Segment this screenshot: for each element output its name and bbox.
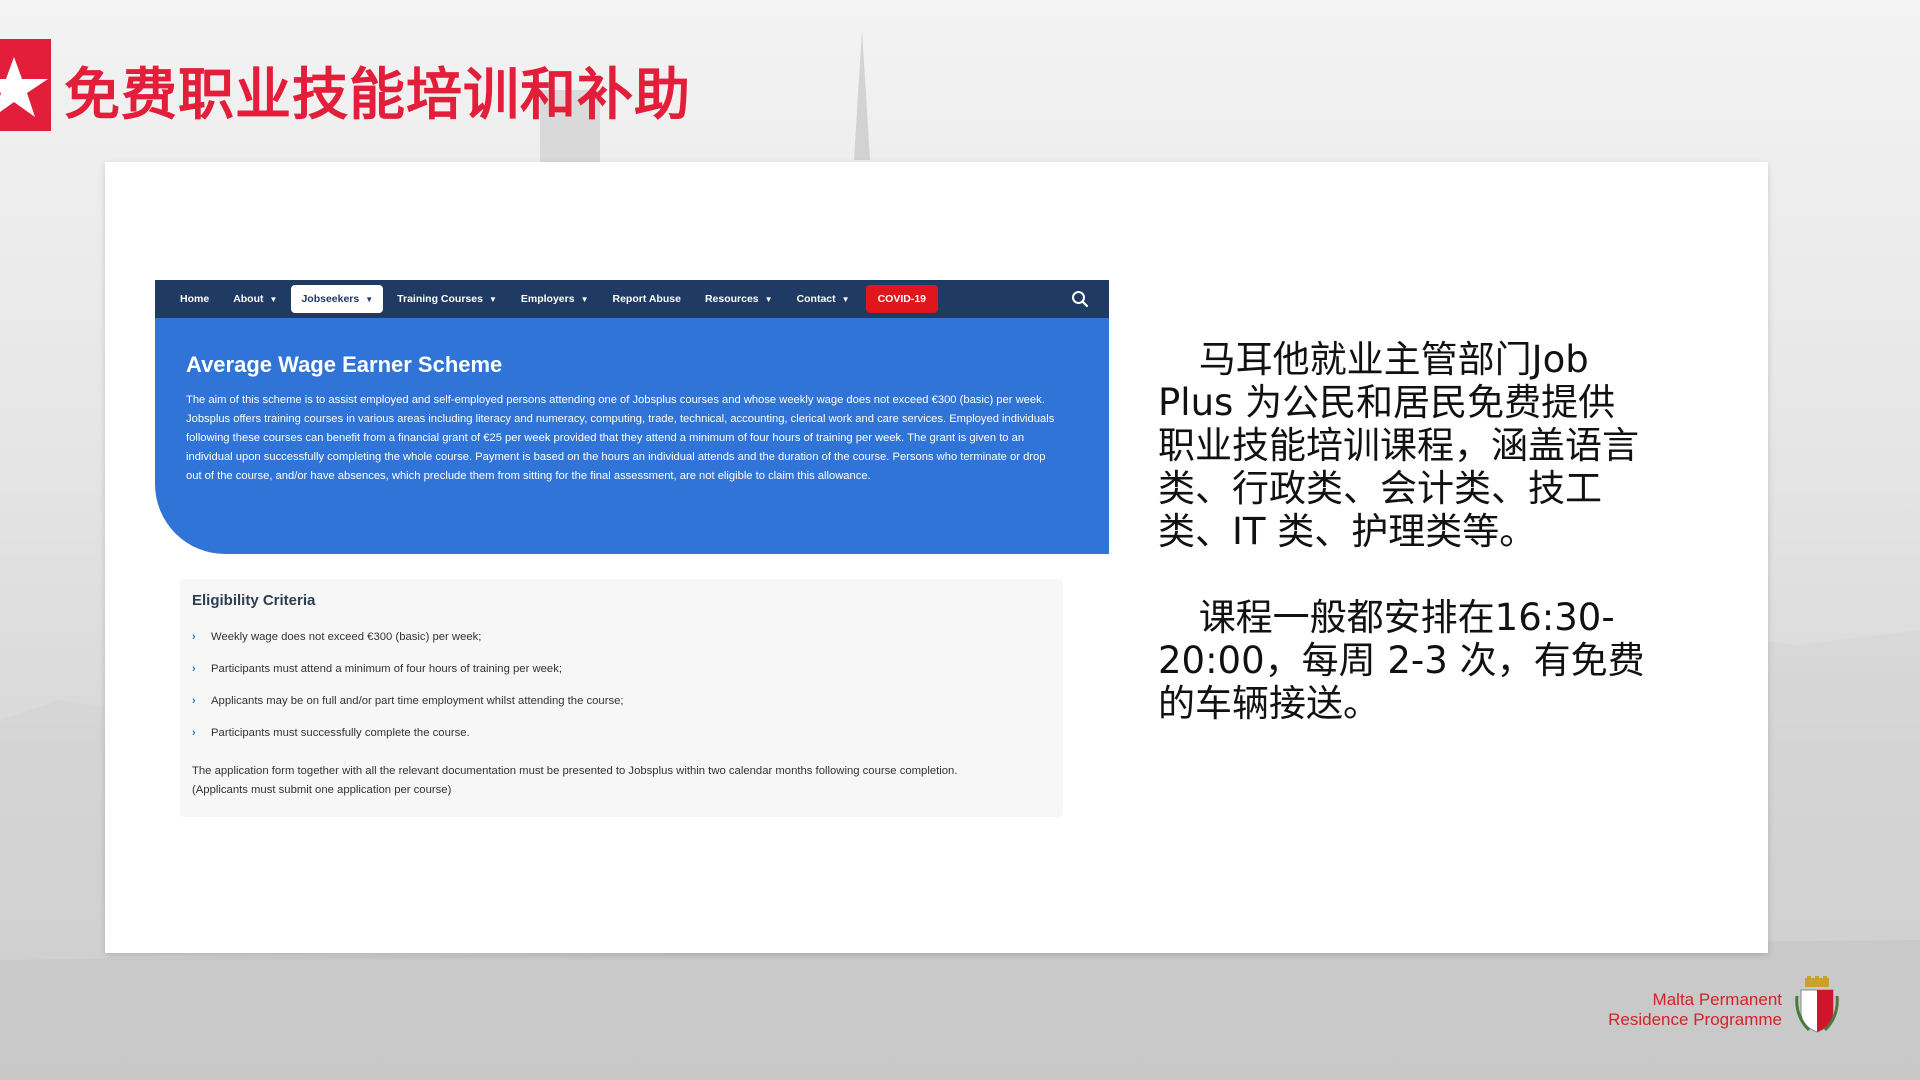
- eligibility-note: The application form together with all t…: [192, 762, 1052, 800]
- nav-item-contact[interactable]: Contact ▼: [785, 285, 862, 313]
- list-item-text: Participants must attend a minimum of fo…: [211, 663, 562, 675]
- site-navbar: Home About ▼ Jobseekers ▼ Training Cours…: [155, 280, 1109, 318]
- malta-crest-icon: [1795, 976, 1839, 1033]
- eligibility-list: › Weekly wage does not exceed €300 (basi…: [192, 631, 624, 759]
- nav-item-report-abuse[interactable]: Report Abuse: [600, 285, 692, 313]
- hero-banner: Average Wage Earner Scheme The aim of th…: [155, 318, 1109, 554]
- nav-label: Training Courses: [397, 293, 483, 305]
- chevron-right-icon: ›: [192, 727, 196, 739]
- eligibility-title: Eligibility Criteria: [192, 592, 316, 609]
- nav-label: Employers: [520, 293, 575, 305]
- caret-down-icon: ▼: [488, 294, 497, 304]
- list-item-text: Weekly wage does not exceed €300 (basic)…: [211, 631, 482, 643]
- chevron-right-icon: ›: [192, 631, 196, 643]
- nav-item-resources[interactable]: Resources ▼: [693, 285, 785, 313]
- brand-logo-block: [0, 39, 51, 131]
- caret-down-icon: ▼: [764, 294, 773, 304]
- nav-item-about[interactable]: About ▼: [221, 285, 289, 313]
- list-item: › Weekly wage does not exceed €300 (basi…: [192, 631, 624, 663]
- nav-label: Report Abuse: [612, 293, 681, 305]
- list-item: › Participants must attend a minimum of …: [192, 663, 624, 695]
- nav-item-employers[interactable]: Employers ▼: [509, 285, 601, 313]
- eligibility-criteria-box: Eligibility Criteria › Weekly wage does …: [180, 579, 1063, 817]
- footer-brand: Malta Permanent Residence Programme: [1590, 990, 1782, 1030]
- nav-label: Jobseekers: [301, 293, 360, 305]
- page-title: 免费职业技能培训和补助: [64, 63, 691, 128]
- caret-down-icon: ▼: [269, 294, 278, 304]
- caret-down-icon: ▼: [841, 294, 850, 304]
- chevron-right-icon: ›: [192, 695, 196, 707]
- hero-title: Average Wage Earner Scheme: [186, 352, 503, 377]
- brand-line: Residence Programme: [1608, 1010, 1782, 1029]
- brand-line: Malta Permanent: [1652, 990, 1782, 1009]
- caret-down-icon: ▼: [365, 294, 374, 304]
- note-line: The application form together with all t…: [192, 765, 958, 777]
- search-icon[interactable]: [1071, 290, 1089, 311]
- nav-label: About: [233, 293, 264, 305]
- description-paragraph: 马耳他就业主管部门Job Plus 为公民和居民免费提供职业技能培训课程，涵盖语…: [1158, 338, 1639, 553]
- list-item: › Participants must successfully complet…: [192, 727, 624, 759]
- caret-down-icon: ▼: [580, 294, 589, 304]
- nav-label: Resources: [704, 293, 759, 305]
- chevron-right-icon: ›: [192, 663, 196, 675]
- nav-item-training-courses[interactable]: Training Courses ▼: [385, 285, 509, 313]
- description-text: 马耳他就业主管部门Job Plus 为公民和居民免费提供职业技能培训课程，涵盖语…: [1158, 338, 1648, 768]
- nav-item-home[interactable]: Home: [168, 285, 221, 313]
- nav-item-jobseekers[interactable]: Jobseekers ▼: [291, 285, 384, 313]
- list-item: › Applicants may be on full and/or part …: [192, 695, 624, 727]
- nav-label: Home: [180, 293, 210, 305]
- list-item-text: Participants must successfully complete …: [211, 727, 470, 739]
- nav-label: Contact: [796, 293, 836, 305]
- star-logo-icon: [0, 57, 48, 117]
- nav-item-covid19[interactable]: COVID-19: [865, 285, 939, 313]
- hero-description: The aim of this scheme is to assist empl…: [186, 394, 1055, 482]
- description-paragraph: 课程一般都安排在16:30-20:00，每周 2-3 次，有免费的车辆接送。: [1158, 596, 1645, 725]
- note-line: (Applicants must submit one application …: [192, 784, 452, 796]
- list-item-text: Applicants may be on full and/or part ti…: [211, 695, 624, 707]
